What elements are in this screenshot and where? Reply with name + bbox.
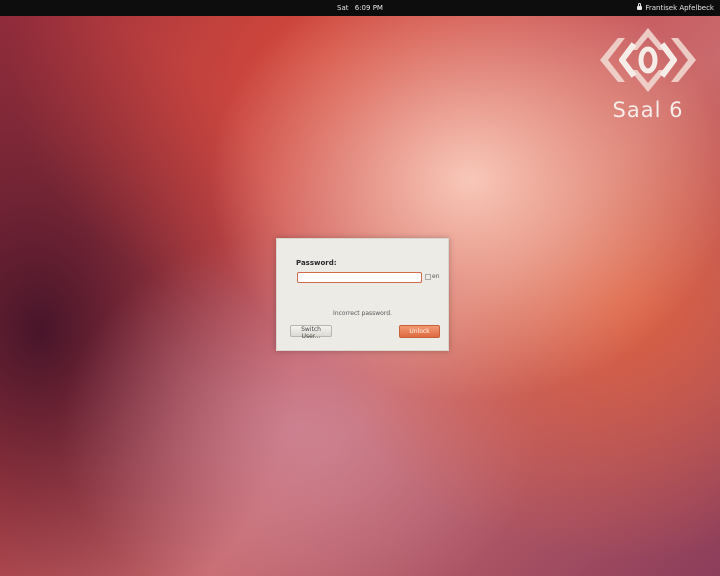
clock-day: Sat xyxy=(337,4,349,12)
user-indicator[interactable]: Frantisek Apfelbeck xyxy=(637,0,714,16)
top-panel: Sat 6:09 PM Frantisek Apfelbeck xyxy=(0,0,720,16)
keyboard-layout-indicator[interactable]: en xyxy=(425,273,440,280)
logo-text: Saal 6 xyxy=(612,98,684,122)
saal-logo: Saal 6 xyxy=(598,26,698,126)
unlock-button[interactable]: Unlock xyxy=(399,325,440,338)
saal-logo-icon xyxy=(600,28,696,92)
keyboard-layout-label: en xyxy=(432,273,440,280)
password-label: Password: xyxy=(296,259,337,267)
password-input[interactable] xyxy=(297,272,422,283)
lock-screen: Sat 6:09 PM Frantisek Apfelbeck Saal 6 P… xyxy=(0,0,720,576)
error-message: Incorrect password. xyxy=(333,310,392,317)
user-name: Frantisek Apfelbeck xyxy=(645,4,714,12)
clock-time: 6:09 PM xyxy=(354,4,383,12)
clock[interactable]: Sat 6:09 PM xyxy=(0,0,720,16)
lock-icon xyxy=(637,3,643,10)
switch-user-button[interactable]: Switch User... xyxy=(290,325,332,340)
keyboard-icon xyxy=(425,273,431,280)
unlock-dialog: Password: en Incorrect password. Switch … xyxy=(276,238,449,351)
